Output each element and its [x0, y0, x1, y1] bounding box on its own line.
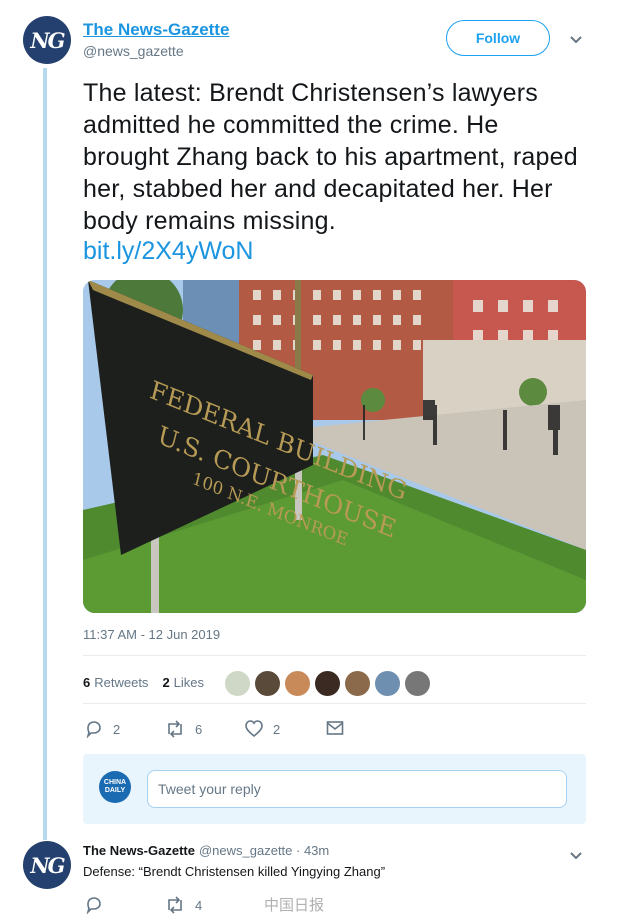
liker-avatar[interactable]: [224, 670, 251, 697]
tweet-timestamp[interactable]: 11:37 AM - 12 Jun 2019: [83, 627, 220, 642]
divider: [83, 655, 586, 656]
tweet-text: The latest: Brendt Christensen’s lawyers…: [83, 79, 578, 235]
retweet-count: 4: [195, 897, 203, 913]
avatar-initials: NG: [30, 852, 65, 878]
retweets-count: 6: [83, 675, 91, 690]
avatar-text: CHINA DAILY: [103, 779, 127, 794]
reply-button[interactable]: [85, 896, 103, 914]
likes-stat[interactable]: 2 Likes: [162, 675, 204, 690]
tweet-stats: 6 Retweets 2 Likes: [83, 675, 204, 690]
reply-icon: [86, 721, 101, 738]
retweet-button[interactable]: 4: [165, 896, 202, 914]
heart-icon: [245, 720, 263, 738]
tweet-link[interactable]: bit.ly/2X4yWoN: [83, 237, 253, 266]
current-user-avatar[interactable]: CHINA DAILY: [99, 771, 131, 803]
retweet-icon: [168, 896, 182, 914]
account-avatar[interactable]: NG: [23, 16, 71, 64]
retweets-label: Retweets: [94, 675, 149, 690]
like-button[interactable]: 2: [245, 720, 280, 738]
envelope-icon: [326, 721, 344, 735]
liker-avatar[interactable]: [404, 670, 431, 697]
reply-count: 2: [113, 721, 121, 737]
likes-count: 2: [162, 675, 170, 690]
retweet-icon: [168, 720, 182, 738]
account-name[interactable]: The News-Gazette: [83, 20, 229, 40]
watermark: 中国日报: [264, 897, 325, 914]
reply-author[interactable]: The News-Gazette @news_gazette · 43m: [83, 843, 329, 858]
reply-composer: CHINA DAILY Tweet your reply: [83, 754, 586, 824]
account-handle[interactable]: @news_gazette: [83, 43, 184, 59]
chevron-down-icon[interactable]: [569, 848, 583, 864]
tweet-photo[interactable]: FEDERAL BUILDING U.S. COURTHOUSE 100 N.E…: [83, 280, 586, 613]
reply-button[interactable]: 2: [85, 720, 120, 738]
reply-avatar[interactable]: NG: [23, 841, 71, 889]
avatar-initials: NG: [30, 27, 65, 53]
retweet-button[interactable]: 6: [165, 720, 202, 738]
follow-button[interactable]: Follow: [446, 20, 550, 56]
retweet-count: 6: [195, 721, 203, 737]
liker-avatar[interactable]: [344, 670, 371, 697]
liker-avatar[interactable]: [374, 670, 401, 697]
reply-handle-time: @news_gazette · 43m: [198, 843, 330, 858]
reply-input[interactable]: Tweet your reply: [147, 770, 567, 808]
retweets-stat[interactable]: 6 Retweets: [83, 675, 148, 690]
divider: [83, 703, 586, 704]
like-count: 2: [273, 721, 281, 737]
reply-icon: [86, 897, 101, 914]
liker-avatar[interactable]: [284, 670, 311, 697]
liker-avatars: [224, 670, 431, 697]
liker-avatar[interactable]: [314, 670, 341, 697]
likes-label: Likes: [173, 675, 205, 690]
direct-message-button[interactable]: [326, 720, 344, 736]
reply-text: Defense: “Brendt Christensen killed Ying…: [83, 864, 386, 879]
chevron-down-icon[interactable]: [569, 32, 583, 48]
reply-author-name: The News-Gazette: [83, 843, 195, 858]
thread-line: [43, 68, 47, 840]
liker-avatar[interactable]: [254, 670, 281, 697]
